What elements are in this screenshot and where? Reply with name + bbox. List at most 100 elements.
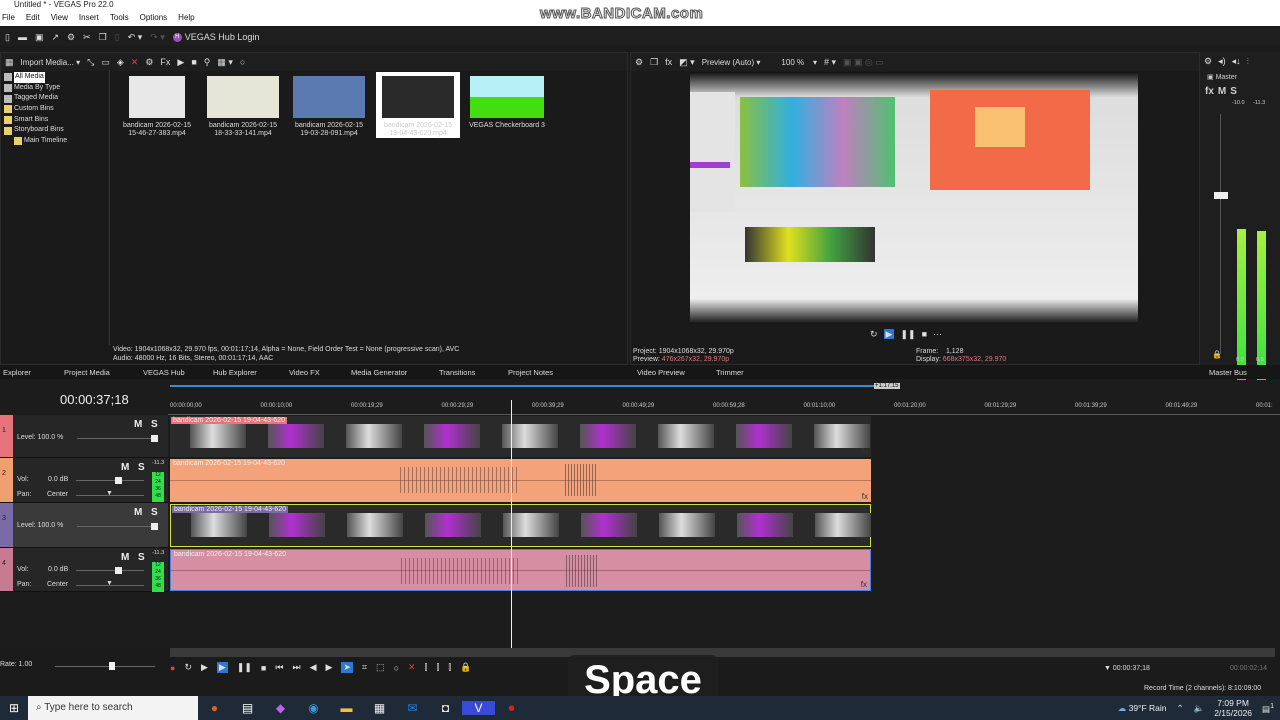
- mute-button[interactable]: M: [121, 462, 129, 473]
- menu-view[interactable]: View: [51, 10, 68, 26]
- media-item-selected[interactable]: bandicam 2026-02-15 19-04-43-620.mp4: [376, 72, 460, 138]
- capture-icon[interactable]: ⤡: [87, 57, 94, 67]
- tab-video-fx[interactable]: Video FX: [289, 366, 320, 379]
- search-icon[interactable]: ○: [240, 57, 245, 67]
- envelope-tool-icon[interactable]: ⌗: [362, 662, 367, 673]
- split-icon[interactable]: ⫿: [448, 662, 451, 673]
- stop-button[interactable]: ■: [261, 663, 266, 673]
- pan-slider-handle[interactable]: ▼: [106, 580, 113, 587]
- tab-media-generator[interactable]: Media Generator: [351, 366, 407, 379]
- new-file-icon[interactable]: ▯: [5, 32, 10, 42]
- save-icon[interactable]: ▣: [35, 32, 44, 42]
- file-explorer-icon[interactable]: ▬: [330, 701, 363, 715]
- volume-slider-handle[interactable]: [115, 477, 122, 484]
- master-solo-button[interactable]: S: [1230, 86, 1237, 97]
- timeline-horizontal-scrollbar[interactable]: [170, 648, 1275, 657]
- audio-clip[interactable]: bandicam 2026-02-15 19-04-43-620 fx: [170, 549, 871, 591]
- notifications-icon[interactable]: ▤1: [1262, 702, 1274, 715]
- tray-overflow-icon[interactable]: ⌃: [1176, 703, 1183, 714]
- tree-all-media[interactable]: All Media: [4, 72, 109, 83]
- play-button[interactable]: ▶: [216, 662, 228, 673]
- tab-trimmer[interactable]: Trimmer: [716, 366, 744, 379]
- solo-button[interactable]: S: [151, 419, 158, 430]
- pan-slider-handle[interactable]: ▼: [106, 490, 113, 497]
- level-slider-handle[interactable]: [151, 435, 158, 442]
- delete-icon[interactable]: ✕: [408, 662, 416, 673]
- solo-button[interactable]: S: [138, 462, 145, 473]
- copilot-icon[interactable]: ◆: [264, 701, 297, 715]
- tab-vegas-hub[interactable]: VEGAS Hub: [143, 366, 185, 379]
- play-button[interactable]: ▶: [883, 329, 895, 339]
- menu-file[interactable]: File: [2, 10, 15, 26]
- rate-slider-handle[interactable]: [109, 662, 115, 670]
- tree-custom-bins[interactable]: Custom Bins: [4, 104, 109, 115]
- level-slider-handle[interactable]: [151, 523, 158, 530]
- task-view-icon[interactable]: ▤: [231, 701, 264, 715]
- paste-icon[interactable]: ▯: [115, 32, 120, 42]
- stop-icon[interactable]: ■: [191, 57, 196, 67]
- track-header-4[interactable]: 4 M S Vol: 0.0 dB Pan: Center ▼ -11.3 12 24 36 48: [0, 548, 168, 592]
- play-icon[interactable]: ▶: [177, 57, 184, 67]
- menu-options[interactable]: Options: [140, 10, 168, 26]
- menu-help[interactable]: Help: [178, 10, 194, 26]
- tree-storyboard-bins[interactable]: Storyboard Bins: [4, 125, 109, 136]
- render-icon[interactable]: ↗: [51, 32, 59, 42]
- speaker-icon[interactable]: ◂): [1218, 56, 1226, 66]
- split-screen-icon[interactable]: ◩ ▾: [679, 57, 695, 67]
- event-fx-icon[interactable]: fx: [861, 580, 867, 589]
- vegas-icon[interactable]: V: [462, 701, 495, 715]
- video-clip[interactable]: bandicam 2026-02-15 19-04-43-620 fx: [170, 416, 871, 457]
- properties-icon[interactable]: ⚙: [145, 57, 153, 67]
- media-item[interactable]: bandicam 2026-02-15 18-33-33-141.mp4: [204, 72, 282, 138]
- preview-quality-dropdown[interactable]: Preview (Auto) ▾: [702, 58, 761, 67]
- trim-start-icon[interactable]: ⫿: [425, 662, 428, 673]
- normal-edit-tool[interactable]: ➤: [341, 662, 353, 673]
- track-header-3[interactable]: 3 M S Level: 100.0 %: [0, 503, 168, 548]
- tab-explorer[interactable]: Explorer: [3, 366, 31, 379]
- lock-icon[interactable]: 🔒: [460, 662, 471, 673]
- media-item[interactable]: bandicam 2026-02-15 19-03-28-091.mp4: [290, 72, 368, 138]
- event-fx-icon[interactable]: fx: [862, 492, 868, 501]
- redo-icon[interactable]: ↷ ▾: [150, 32, 165, 42]
- grid-icon[interactable]: # ▾: [824, 57, 836, 67]
- undo-icon[interactable]: ↶ ▾: [128, 32, 143, 42]
- trim-end-icon[interactable]: ⫿: [436, 662, 439, 673]
- tab-transitions[interactable]: Transitions: [439, 366, 475, 379]
- stop-button[interactable]: ■: [922, 329, 927, 339]
- record-button[interactable]: ●: [170, 663, 175, 673]
- roblox-icon[interactable]: ◘: [429, 701, 462, 715]
- level-slider[interactable]: [77, 438, 157, 439]
- outlook-icon[interactable]: ✉: [396, 701, 429, 715]
- solo-button[interactable]: S: [138, 552, 145, 563]
- pause-button[interactable]: ❚❚: [237, 662, 252, 673]
- start-icon[interactable]: ⊞: [0, 701, 28, 715]
- mute-button[interactable]: M: [134, 419, 142, 430]
- master-mute-button[interactable]: M: [1218, 86, 1226, 97]
- fx-icon[interactable]: Fx: [160, 57, 170, 67]
- open-folder-icon[interactable]: ▬: [18, 32, 27, 42]
- selection-tool-icon[interactable]: ⬚: [376, 662, 385, 673]
- media-view-icon[interactable]: ▦: [5, 57, 14, 67]
- loop-region-bar[interactable]: [170, 385, 875, 387]
- copy-snapshot-icon[interactable]: ▣ ▣ ◎ ▭: [843, 57, 884, 67]
- go-to-start-button[interactable]: ⏮: [275, 662, 283, 673]
- tab-master-bus[interactable]: Master Bus: [1209, 366, 1247, 379]
- auto-preview-icon[interactable]: ⚲: [204, 57, 211, 67]
- pause-button[interactable]: ❚❚: [900, 329, 915, 339]
- zoom-tool-icon[interactable]: ○: [394, 663, 399, 673]
- volume-slider[interactable]: [76, 480, 144, 481]
- preview-zoom-dropdown[interactable]: 100 % ▾: [781, 58, 817, 67]
- next-frame-button[interactable]: ▶: [326, 662, 333, 673]
- volume-icon[interactable]: 🔈: [1194, 703, 1205, 714]
- taskbar-search-input[interactable]: ⌕ Type here to search: [28, 696, 198, 720]
- level-slider[interactable]: [77, 526, 157, 527]
- media-item[interactable]: VEGAS Checkerboard 3: [468, 72, 546, 138]
- volume-slider-handle[interactable]: [115, 567, 122, 574]
- tab-hub-explorer[interactable]: Hub Explorer: [213, 366, 257, 379]
- settings-icon[interactable]: ⚙: [1204, 56, 1212, 66]
- lock-icon[interactable]: 🔒: [1212, 350, 1222, 359]
- tab-video-preview[interactable]: Video Preview: [637, 366, 685, 379]
- menu-insert[interactable]: Insert: [79, 10, 99, 26]
- menu-tools[interactable]: Tools: [110, 10, 129, 26]
- views-icon[interactable]: ▦ ▾: [217, 57, 233, 67]
